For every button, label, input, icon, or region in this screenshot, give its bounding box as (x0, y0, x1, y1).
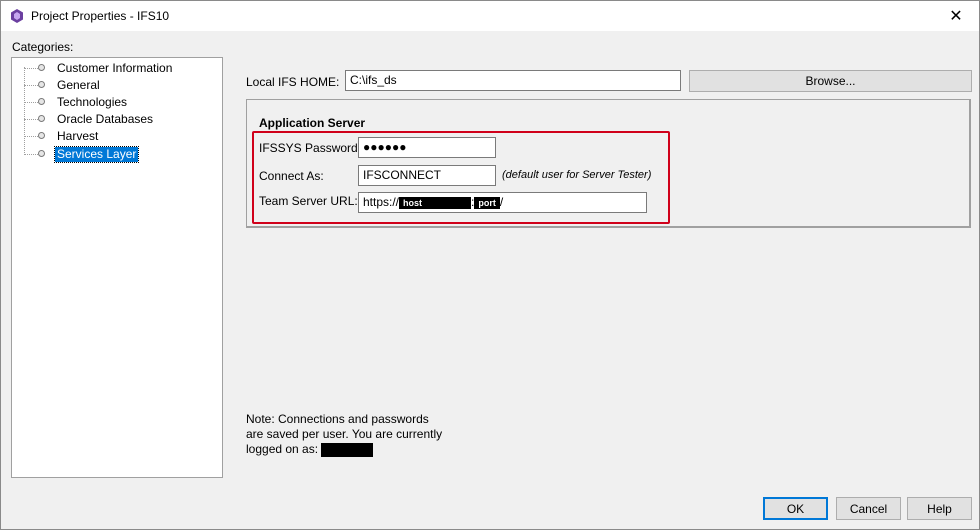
tree-node-icon (38, 115, 45, 122)
ifssys-password-label: IFSSYS Password: (259, 141, 362, 155)
connect-as-input[interactable]: IFSCONNECT (358, 165, 496, 186)
window-title: Project Properties - IFS10 (31, 9, 170, 23)
ifs-app-icon (10, 9, 24, 23)
project-properties-dialog: Project Properties - IFS10 ✕ Categories:… (0, 0, 980, 530)
tree-branch (24, 85, 38, 86)
tree-branch (24, 102, 38, 103)
url-port-redacted: port (474, 196, 500, 209)
connect-as-label: Connect As: (259, 169, 324, 183)
tree-branch (24, 119, 38, 120)
url-host-redacted: host (399, 196, 472, 209)
application-server-title: Application Server (259, 116, 366, 130)
help-button-label: Help (927, 501, 952, 516)
local-ifs-home-label: Local IFS HOME: (246, 75, 340, 89)
url-suffix: / (499, 195, 504, 209)
tree-item-harvest[interactable]: Harvest (12, 128, 222, 145)
title-bar: Project Properties - IFS10 ✕ (1, 1, 979, 31)
tree-branch (24, 68, 38, 69)
tree-item-oracle-databases[interactable]: Oracle Databases (12, 111, 222, 128)
categories-tree[interactable]: Customer Information General Technologie… (11, 57, 223, 478)
tree-item-customer-information[interactable]: Customer Information (12, 60, 222, 77)
tree-node-icon (38, 98, 45, 105)
tree-item-label: Services Layer (53, 146, 140, 163)
close-button[interactable]: ✕ (933, 1, 979, 31)
tree-item-technologies[interactable]: Technologies (12, 94, 222, 111)
ok-button-label: OK (786, 501, 805, 516)
tree-item-label: Oracle Databases (57, 112, 154, 126)
tree-item-services-layer[interactable]: Services Layer (12, 146, 222, 163)
ok-button[interactable]: OK (763, 497, 828, 520)
tree-branch (24, 154, 38, 155)
tree-item-label: General (57, 78, 100, 92)
ifssys-password-input[interactable]: ●●●●●● (358, 137, 496, 158)
team-server-url-label: Team Server URL: (259, 194, 358, 208)
tree-item-general[interactable]: General (12, 77, 222, 94)
tree-node-icon (38, 132, 45, 139)
team-server-url-input[interactable]: https://host: port / (358, 192, 647, 213)
username-redacted (321, 442, 374, 457)
tree-item-label: Technologies (57, 95, 128, 109)
tree-node-icon (38, 64, 45, 71)
tree-item-label: Customer Information (57, 61, 173, 75)
categories-label: Categories: (12, 40, 74, 54)
tree-node-icon (38, 81, 45, 88)
browse-button-label: Browse... (805, 74, 856, 88)
connections-note: Note: Connections and passwords are save… (246, 412, 446, 457)
local-ifs-home-input[interactable]: C:\ifs_ds (345, 70, 681, 91)
tree-item-label: Harvest (57, 129, 99, 143)
tree-branch (24, 136, 38, 137)
help-button[interactable]: Help (907, 497, 972, 520)
browse-button[interactable]: Browse... (689, 70, 972, 92)
cancel-button-label: Cancel (849, 501, 888, 516)
close-icon: ✕ (949, 8, 963, 25)
tree-node-icon (38, 150, 45, 157)
cancel-button[interactable]: Cancel (836, 497, 901, 520)
url-prefix: https:// (363, 195, 400, 209)
connect-as-hint: (default user for Server Tester) (502, 169, 652, 181)
